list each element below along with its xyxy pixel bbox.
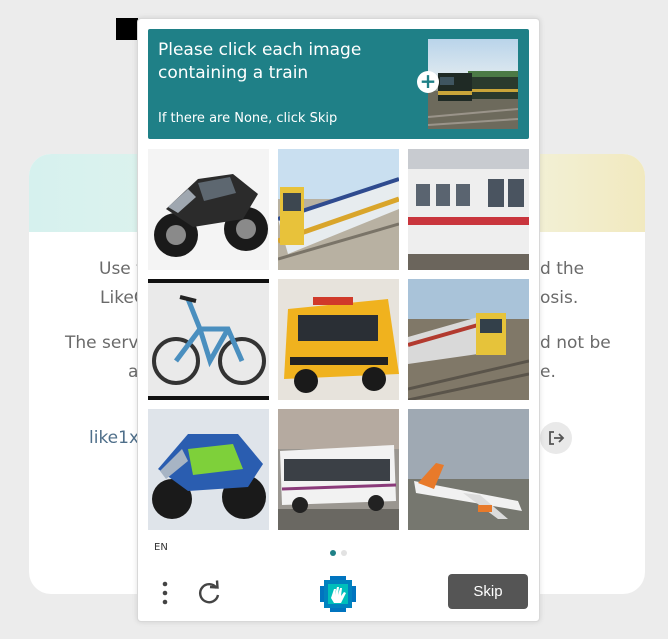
- image-tile-train[interactable]: [278, 149, 399, 270]
- menu-button[interactable]: [156, 580, 174, 606]
- add-example-icon[interactable]: +: [417, 71, 439, 93]
- image-tile-school-bus[interactable]: [278, 279, 399, 400]
- logout-button[interactable]: [540, 422, 572, 454]
- image-tile-motorcycle[interactable]: [148, 149, 269, 270]
- hcaptcha-hand-icon: [320, 576, 356, 612]
- image-tile-airplane[interactable]: [408, 409, 529, 530]
- image-tile-motorcycle[interactable]: [148, 409, 269, 530]
- background-text-line1-right: d the: [540, 259, 585, 279]
- image-tile-bicycle[interactable]: [148, 279, 269, 400]
- hcaptcha-logo[interactable]: [320, 576, 356, 612]
- page-indicator: [330, 550, 347, 556]
- image-tile-bus[interactable]: [278, 409, 399, 530]
- more-vertical-icon: [162, 581, 168, 605]
- challenge-prompt: Please click each image containing a tra…: [148, 29, 529, 139]
- background-text-line2-right: osis.: [540, 288, 579, 308]
- refresh-icon: [198, 580, 220, 604]
- image-grid: [148, 149, 529, 530]
- page-dot-active: [330, 550, 336, 556]
- background-link[interactable]: like1x: [89, 428, 139, 448]
- example-image[interactable]: [428, 39, 518, 129]
- black-square: [116, 18, 138, 40]
- logout-icon: [549, 431, 565, 445]
- image-tile-train[interactable]: [408, 279, 529, 400]
- page-dot-inactive: [341, 550, 347, 556]
- prompt-subtitle: If there are None, click Skip: [158, 111, 338, 126]
- captcha-dialog: Please click each image containing a tra…: [137, 18, 540, 622]
- prompt-title: Please click each image containing a tra…: [158, 40, 362, 83]
- background-text-line3-right: d not be: [540, 333, 611, 353]
- skip-button[interactable]: Skip: [448, 574, 528, 609]
- background-text-line3-left: The serv: [65, 333, 139, 353]
- language-selector[interactable]: EN: [154, 542, 168, 553]
- background-text-line4-right: e.: [540, 362, 556, 382]
- image-tile-train[interactable]: [408, 149, 529, 270]
- refresh-button[interactable]: [196, 580, 222, 606]
